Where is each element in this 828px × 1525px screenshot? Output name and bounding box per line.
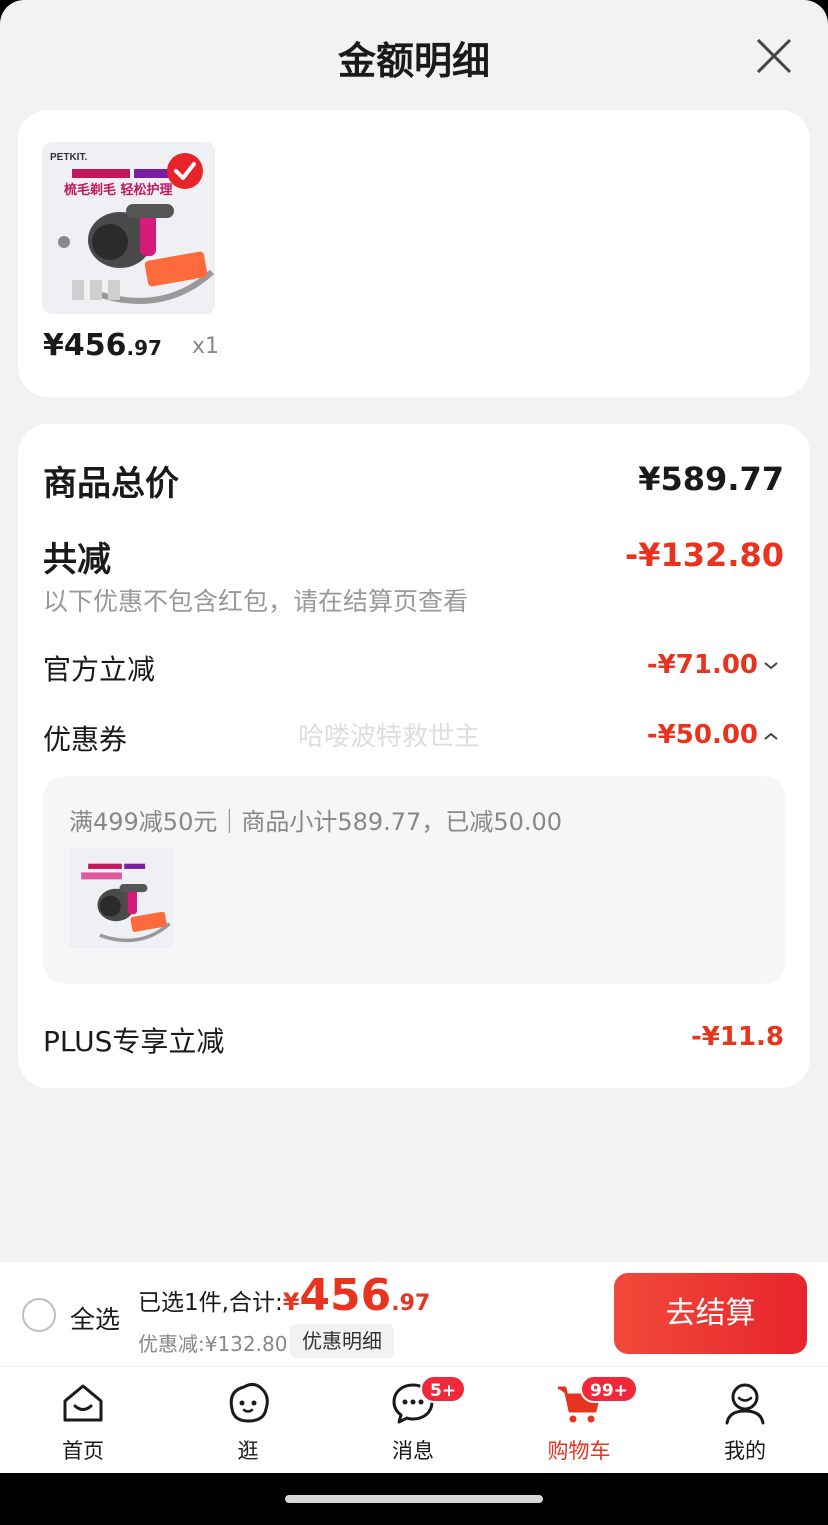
tab-label: 我的	[724, 1439, 766, 1463]
product-image-small	[70, 848, 172, 948]
total-amount-int: 456	[299, 1270, 392, 1321]
discount-summary: 优惠减:¥132.80	[138, 1332, 288, 1356]
selected-summary: 已选1件,合计:¥456.97	[138, 1270, 430, 1321]
home-indicator[interactable]	[285, 1495, 543, 1503]
official-discount-label: 官方立减	[43, 653, 156, 686]
cart-badge: 99+	[580, 1375, 638, 1403]
svg-text:梳毛剃毛 轻松护理: 梳毛剃毛 轻松护理	[64, 182, 173, 198]
product-card: PETKIT. 梳毛剃毛 轻松护理 ¥456.97 x1	[18, 110, 810, 397]
total-reduction-value: -¥132.80	[624, 536, 784, 574]
total-price-value: ¥589.77	[638, 460, 784, 498]
watermark-text: 哈喽波特救世主	[298, 722, 481, 752]
page-title: 金额明细	[337, 39, 490, 83]
tab-profile[interactable]: 我的	[690, 1367, 800, 1473]
bottom-tab-bar: 首页 逛 5+ 消息 99+ 购物车 我的	[0, 1366, 828, 1473]
message-badge: 5+	[420, 1375, 467, 1403]
product-quantity: x1	[192, 334, 220, 359]
selected-count-text: 已选1件,合计:	[138, 1290, 283, 1316]
discount-detail-button[interactable]: 优惠明细	[290, 1324, 394, 1358]
coupon-description: 满499减50元｜商品小计589.77，已减50.00	[69, 808, 563, 836]
tab-label: 消息	[392, 1439, 434, 1463]
tab-browse[interactable]: 逛	[193, 1367, 303, 1473]
official-discount-toggle[interactable]: -¥71.00	[647, 650, 780, 680]
total-currency: ¥	[282, 1288, 300, 1316]
tab-label: 逛	[237, 1439, 259, 1463]
tab-messages[interactable]: 5+ 消息	[358, 1367, 468, 1473]
coupon-product-thumbnail	[69, 848, 173, 948]
select-all-radio[interactable]	[22, 1298, 56, 1332]
total-price-label: 商品总价	[43, 464, 179, 504]
home-icon	[63, 1384, 103, 1422]
profile-icon	[725, 1383, 765, 1425]
amount-detail-sheet: 金额明细 PETKIT. 梳毛剃毛 轻松护理 ¥456.97 x1 商品总价 ¥…	[0, 0, 828, 1473]
sheet-header: 金额明细	[0, 0, 828, 110]
chevron-down-icon	[764, 661, 778, 669]
total-reduction-label: 共减	[43, 540, 111, 580]
svg-text:PETKIT.: PETKIT.	[50, 152, 87, 163]
total-amount-dec: .97	[391, 1291, 431, 1316]
product-price: ¥456.97	[43, 328, 162, 363]
checkout-bar: 全选 已选1件,合计:¥456.97 优惠减:¥132.80 优惠明细 去结算	[0, 1262, 828, 1366]
product-price-decimal: .97	[126, 336, 162, 360]
tab-label: 购物车	[547, 1439, 611, 1463]
close-icon	[756, 38, 792, 74]
select-all-label[interactable]: 全选	[70, 1300, 120, 1336]
tab-label: 首页	[62, 1439, 104, 1463]
selected-check-icon[interactable]	[166, 152, 204, 190]
coupon-detail-panel: 满499减50元｜商品小计589.77，已减50.00	[43, 776, 785, 984]
coupon-label: 优惠券	[43, 723, 128, 756]
price-detail-card: 商品总价 ¥589.77 共减 -¥132.80 以下优惠不包含红包，请在结算页…	[18, 424, 810, 1088]
product-thumbnail[interactable]: PETKIT. 梳毛剃毛 轻松护理	[42, 142, 215, 314]
close-button[interactable]	[752, 34, 796, 78]
chevron-up-icon	[764, 732, 778, 740]
red-packet-note: 以下优惠不包含红包，请在结算页查看	[43, 587, 469, 616]
official-discount-value: -¥71.00	[646, 650, 758, 680]
checkout-button[interactable]: 去结算	[614, 1273, 807, 1354]
coupon-toggle[interactable]: -¥50.00	[647, 720, 780, 750]
tab-home[interactable]: 首页	[28, 1367, 138, 1473]
plus-discount-label: PLUS专享立减	[43, 1025, 225, 1058]
tab-cart[interactable]: 99+ 购物车	[524, 1367, 638, 1473]
plus-discount-value: -¥11.8	[690, 1022, 784, 1052]
coupon-value: -¥50.00	[646, 720, 758, 750]
browse-icon	[229, 1382, 269, 1423]
product-price-main: ¥456	[43, 328, 127, 363]
